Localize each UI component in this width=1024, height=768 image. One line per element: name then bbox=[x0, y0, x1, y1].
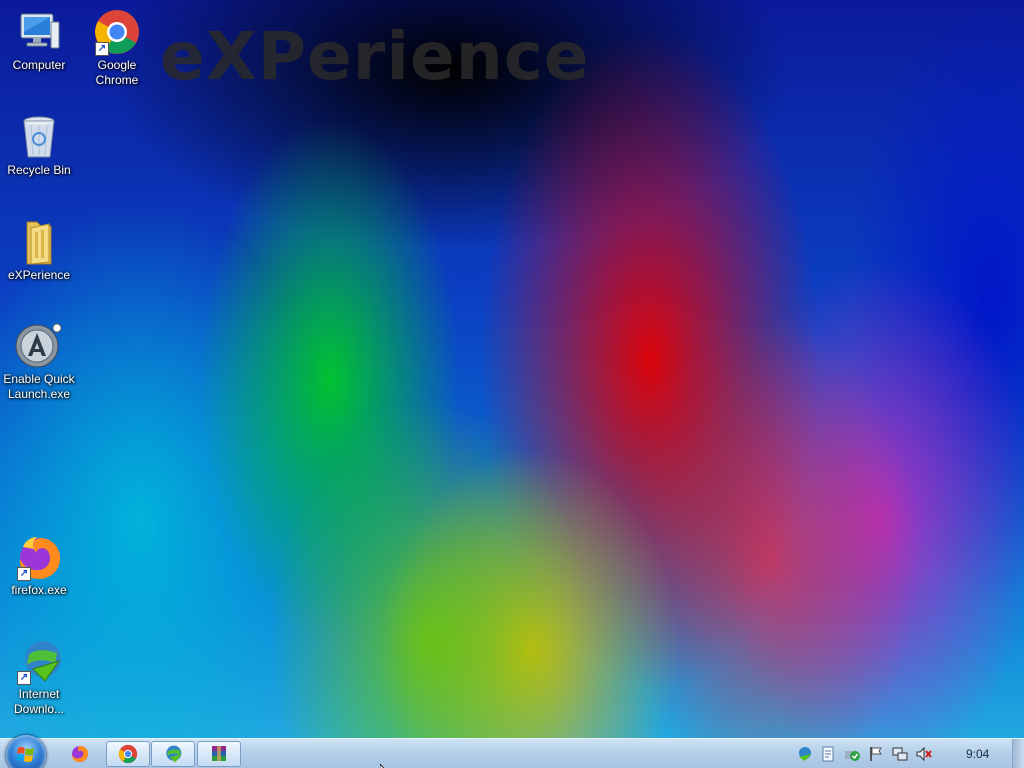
chrome-icon bbox=[118, 744, 138, 764]
desktop-icon-label: eXPerience bbox=[7, 268, 71, 282]
show-desktop-button[interactable] bbox=[1012, 739, 1024, 768]
winrar-icon bbox=[212, 746, 226, 761]
wallpaper-logo-text: eXPerience bbox=[160, 18, 590, 95]
shortcut-arrow-icon: ↗ bbox=[17, 567, 31, 581]
desktop-icon-label: Computer bbox=[12, 58, 66, 72]
taskbar-idm-button[interactable] bbox=[151, 741, 195, 767]
desktop-icon-experience-folder[interactable]: eXPerience bbox=[0, 218, 78, 283]
security-icon[interactable] bbox=[843, 745, 861, 763]
network-icon[interactable] bbox=[891, 745, 909, 763]
idm-tray-icon[interactable] bbox=[795, 745, 813, 763]
flag-icon[interactable] bbox=[867, 745, 885, 763]
windows-logo-icon bbox=[16, 747, 34, 762]
autoit-icon bbox=[15, 322, 63, 370]
firefox-icon bbox=[72, 746, 89, 762]
desktop-icon-enable-quick-launch[interactable]: Enable Quick Launch.exe bbox=[0, 322, 78, 402]
internet-download-manager-icon: ↗ bbox=[15, 637, 63, 685]
volume-muted-icon[interactable] bbox=[915, 745, 933, 763]
system-tray: 9:04 bbox=[792, 739, 1006, 768]
taskbar: 9:04 bbox=[0, 735, 1024, 768]
desktop-icon-internet-download-manager[interactable]: ↗ Internet Downlo... bbox=[0, 637, 78, 717]
desktop-icon-label: Recycle Bin bbox=[7, 163, 71, 177]
folder-icon bbox=[15, 218, 63, 266]
recycle-bin-icon bbox=[15, 113, 63, 161]
taskbar-clock[interactable]: 9:04 bbox=[966, 747, 1006, 761]
shortcut-arrow-icon: ↗ bbox=[95, 42, 109, 56]
desktop-icon-firefox[interactable]: ↗ firefox.exe bbox=[0, 533, 78, 598]
desktop-icon-google-chrome[interactable]: ↗ Google Chrome bbox=[78, 8, 156, 88]
desktop-icon-label: Enable Quick Launch.exe bbox=[3, 372, 75, 401]
desktop-wallpaper[interactable]: eXPerience bbox=[0, 0, 1024, 738]
taskbar-firefox-button[interactable] bbox=[58, 741, 102, 767]
internet-download-manager-icon bbox=[166, 745, 182, 763]
firefox-icon: ↗ bbox=[15, 533, 63, 581]
desktop-icon-computer[interactable]: Computer bbox=[0, 8, 78, 73]
shortcut-arrow-icon: ↗ bbox=[17, 671, 31, 685]
document-icon[interactable] bbox=[819, 745, 837, 763]
desktop-icon-label: Internet Downlo... bbox=[13, 687, 65, 716]
desktop-icon-label: Google Chrome bbox=[95, 58, 139, 87]
taskbar-chrome-button[interactable] bbox=[106, 741, 150, 767]
desktop-icon-recycle-bin[interactable]: Recycle Bin bbox=[0, 113, 78, 178]
start-button[interactable] bbox=[6, 735, 46, 768]
computer-icon bbox=[15, 8, 63, 56]
chrome-icon: ↗ bbox=[93, 8, 141, 56]
desktop-icon-label: firefox.exe bbox=[11, 583, 67, 597]
taskbar-winrar-button[interactable] bbox=[197, 741, 241, 767]
